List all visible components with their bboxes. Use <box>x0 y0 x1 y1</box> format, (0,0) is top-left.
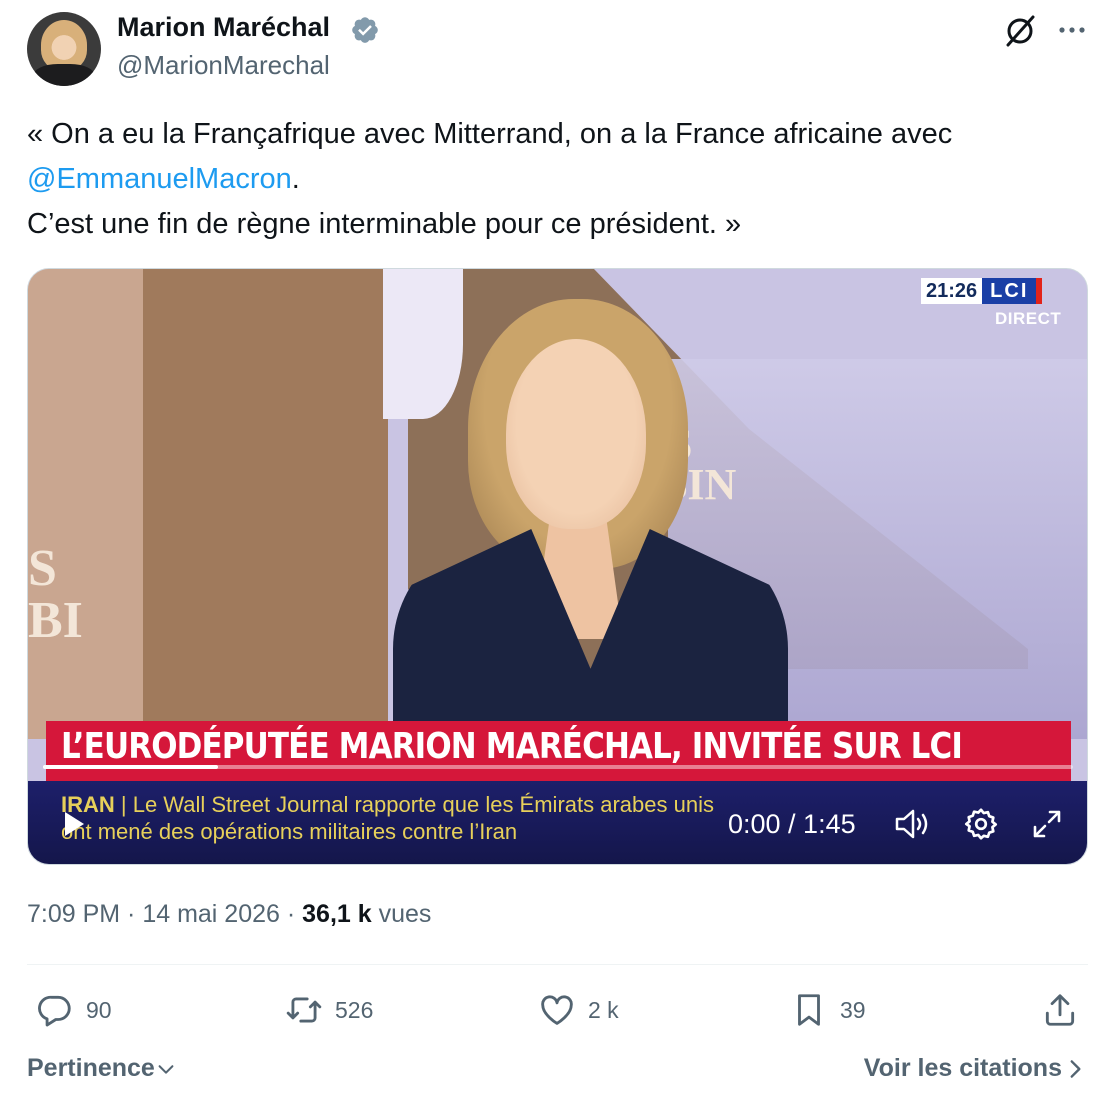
bookmark-count: 39 <box>840 996 866 1023</box>
verified-badge-icon <box>352 17 378 43</box>
share-button[interactable] <box>1041 990 1079 1030</box>
tweet-time[interactable]: 7:09 PM <box>27 900 120 928</box>
tweet-text-part1: « On a eu la Françafrique avec Mitterran… <box>27 118 953 150</box>
meta-separator: · <box>120 900 143 928</box>
bookmark-button[interactable]: 39 <box>790 990 866 1030</box>
retweet-icon <box>286 997 322 1023</box>
reply-icon <box>38 995 71 1027</box>
reply-button[interactable]: 90 <box>36 990 112 1030</box>
retweet-count: 526 <box>335 996 374 1023</box>
headline-banner-text: L’EURODÉPUTÉE MARION MARÉCHAL, INVITÉE S… <box>61 726 963 767</box>
tweet-text-part3: C’est une fin de règne interminable pour… <box>27 208 742 240</box>
guest-face <box>506 339 646 529</box>
grok-icon[interactable] <box>1003 14 1037 48</box>
avatar-face <box>41 20 87 70</box>
set-wall-panel <box>28 269 143 739</box>
views-count: 36,1 k <box>302 900 372 928</box>
divider <box>27 964 1088 965</box>
video-progress-bar[interactable] <box>43 765 1073 769</box>
author-name[interactable]: Marion Maréchal <box>117 12 330 43</box>
play-icon[interactable] <box>58 809 88 839</box>
fullscreen-icon[interactable] <box>1031 808 1063 840</box>
channel-badge: 21:26 LCI <box>921 278 1043 304</box>
chevron-down-icon <box>158 1064 174 1074</box>
broadcast-clock: 21:26 <box>921 278 983 304</box>
quotes-label: Voir les citations <box>863 1054 1062 1082</box>
views-label: vues <box>371 900 432 928</box>
set-light-panel <box>383 269 463 419</box>
tweet-meta: 7:09 PM · 14 mai 2026 · 36,1 k vues <box>27 900 431 929</box>
tweet-text-part2: . <box>291 163 300 195</box>
tweet-text: « On a eu la Françafrique avec Mitterran… <box>27 112 1087 247</box>
view-quotes-link[interactable]: Voir les citations <box>864 1054 1088 1083</box>
live-label: DIRECT <box>995 309 1062 328</box>
more-options-icon[interactable] <box>1056 14 1088 46</box>
like-button[interactable]: 2 k <box>538 990 619 1030</box>
set-wall-text: S <box>28 540 57 597</box>
news-ticker-line2: ont mené des opérations militaires contr… <box>61 819 518 844</box>
mention-link[interactable]: @EmmanuelMacron <box>27 163 292 195</box>
tweet-date[interactable]: 14 mai 2026 <box>142 900 280 928</box>
sort-dropdown[interactable]: Pertinence <box>27 1054 177 1083</box>
meta-separator: · <box>279 900 303 928</box>
set-wall-text: BI <box>28 592 83 649</box>
news-ticker-line1: IRAN | Le Wall Street Journal rapporte q… <box>61 792 714 818</box>
video-time-readout: 0:00 / 1:45 <box>728 809 856 839</box>
author-avatar[interactable] <box>27 12 101 86</box>
avatar-body <box>33 64 95 86</box>
volume-icon[interactable] <box>894 807 932 841</box>
reply-count: 90 <box>86 996 112 1023</box>
heart-icon <box>541 995 573 1025</box>
video-player[interactable]: S BIN S BI 21:26 LCI DIRECT L’EURODÉPUTÉ… <box>27 268 1088 865</box>
like-count: 2 k <box>588 996 619 1023</box>
channel-logo: LCI <box>982 278 1043 304</box>
share-icon <box>1045 994 1075 1026</box>
bookmark-icon <box>798 994 820 1026</box>
settings-gear-icon[interactable] <box>963 806 999 842</box>
chevron-right-icon <box>1070 1059 1081 1078</box>
sort-label: Pertinence <box>27 1054 155 1082</box>
author-handle[interactable]: @MarionMarechal <box>117 50 330 81</box>
ticker-text-1: | Le Wall Street Journal rapporte que le… <box>114 792 714 817</box>
video-progress-fill <box>43 765 219 769</box>
retweet-button[interactable]: 526 <box>285 990 373 1030</box>
